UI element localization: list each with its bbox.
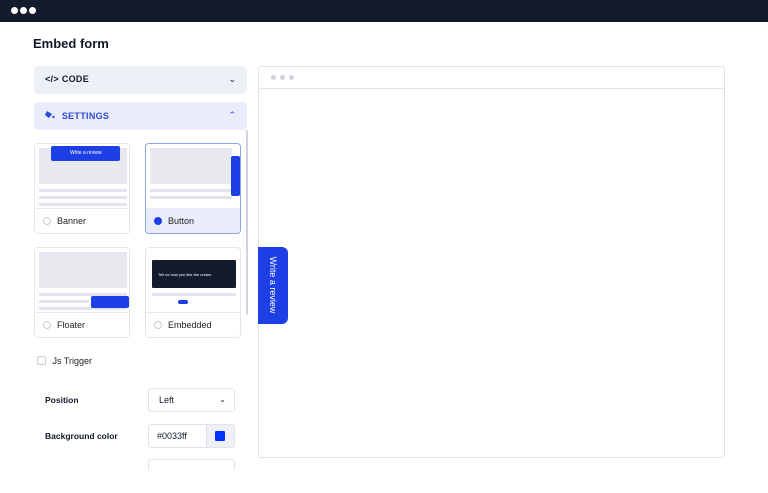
js-trigger-option[interactable]: Js Trigger [37, 356, 92, 366]
position-select[interactable]: Left ⌄ [148, 388, 235, 412]
browser-dot-icon [280, 75, 285, 80]
embedded-label: Embedded [168, 320, 212, 330]
thumb-side-button [231, 156, 240, 196]
button-radio[interactable] [154, 217, 162, 225]
preview-browser-bar [259, 67, 724, 89]
floater-radio[interactable] [43, 321, 51, 329]
position-value: Left [159, 395, 175, 405]
settings-accordion-label: SETTINGS [61, 111, 110, 121]
js-trigger-label: Js Trigger [52, 356, 93, 366]
layout-option-button[interactable]: Button [145, 143, 241, 234]
thumb-review-button: Write a review [51, 146, 120, 161]
paint-bucket-icon [45, 110, 59, 121]
write-review-button[interactable]: Write a review [258, 247, 288, 324]
page-title: Embed form [33, 36, 109, 51]
floater-thumbnail [35, 248, 129, 312]
background-color-value: #0033ff [157, 431, 187, 441]
thumb-floater-button [91, 296, 129, 308]
window-titlebar [0, 0, 768, 22]
background-color-input[interactable]: #0033ff [148, 424, 235, 448]
layout-option-banner[interactable]: Write a review Banner [34, 143, 130, 234]
banner-thumbnail: Write a review [35, 144, 129, 208]
banner-label: Banner [57, 216, 87, 226]
layout-option-embedded[interactable]: Tell us how you like the cream Embedded [145, 247, 241, 338]
code-accordion-label: CODE [61, 74, 90, 84]
browser-dot-icon [271, 75, 276, 80]
window-dot-icon [20, 7, 27, 14]
settings-accordion[interactable]: SETTINGS ⌃ [34, 102, 247, 130]
button-label: Button [168, 216, 195, 226]
embedded-radio[interactable] [154, 321, 162, 329]
settings-scrollbar[interactable] [246, 130, 248, 315]
button-thumbnail [146, 144, 240, 208]
next-color-input[interactable] [148, 459, 235, 470]
js-trigger-checkbox[interactable] [37, 356, 46, 365]
color-swatch-button[interactable] [206, 425, 234, 447]
floater-label: Floater [57, 320, 86, 330]
position-label: Position [45, 395, 79, 405]
chevron-up-icon: ⌃ [228, 110, 236, 120]
color-swatch-icon [215, 431, 225, 441]
chevron-down-icon: ⌄ [219, 395, 226, 404]
window-dot-icon [29, 7, 36, 14]
settings-panel: Write a review Banner Button Floater Tel… [34, 130, 247, 470]
banner-radio[interactable] [43, 217, 51, 225]
preview-window [258, 66, 725, 458]
code-icon: </> [45, 74, 59, 84]
code-accordion[interactable]: </> CODE ⌄ [34, 66, 247, 94]
layout-option-floater[interactable]: Floater [34, 247, 130, 338]
browser-dot-icon [289, 75, 294, 80]
window-dot-icon [11, 7, 18, 14]
chevron-down-icon: ⌄ [228, 74, 236, 84]
background-color-label: Background color [45, 431, 118, 441]
embedded-thumbnail: Tell us how you like the cream [146, 248, 240, 312]
write-review-label: Write a review [268, 256, 278, 314]
